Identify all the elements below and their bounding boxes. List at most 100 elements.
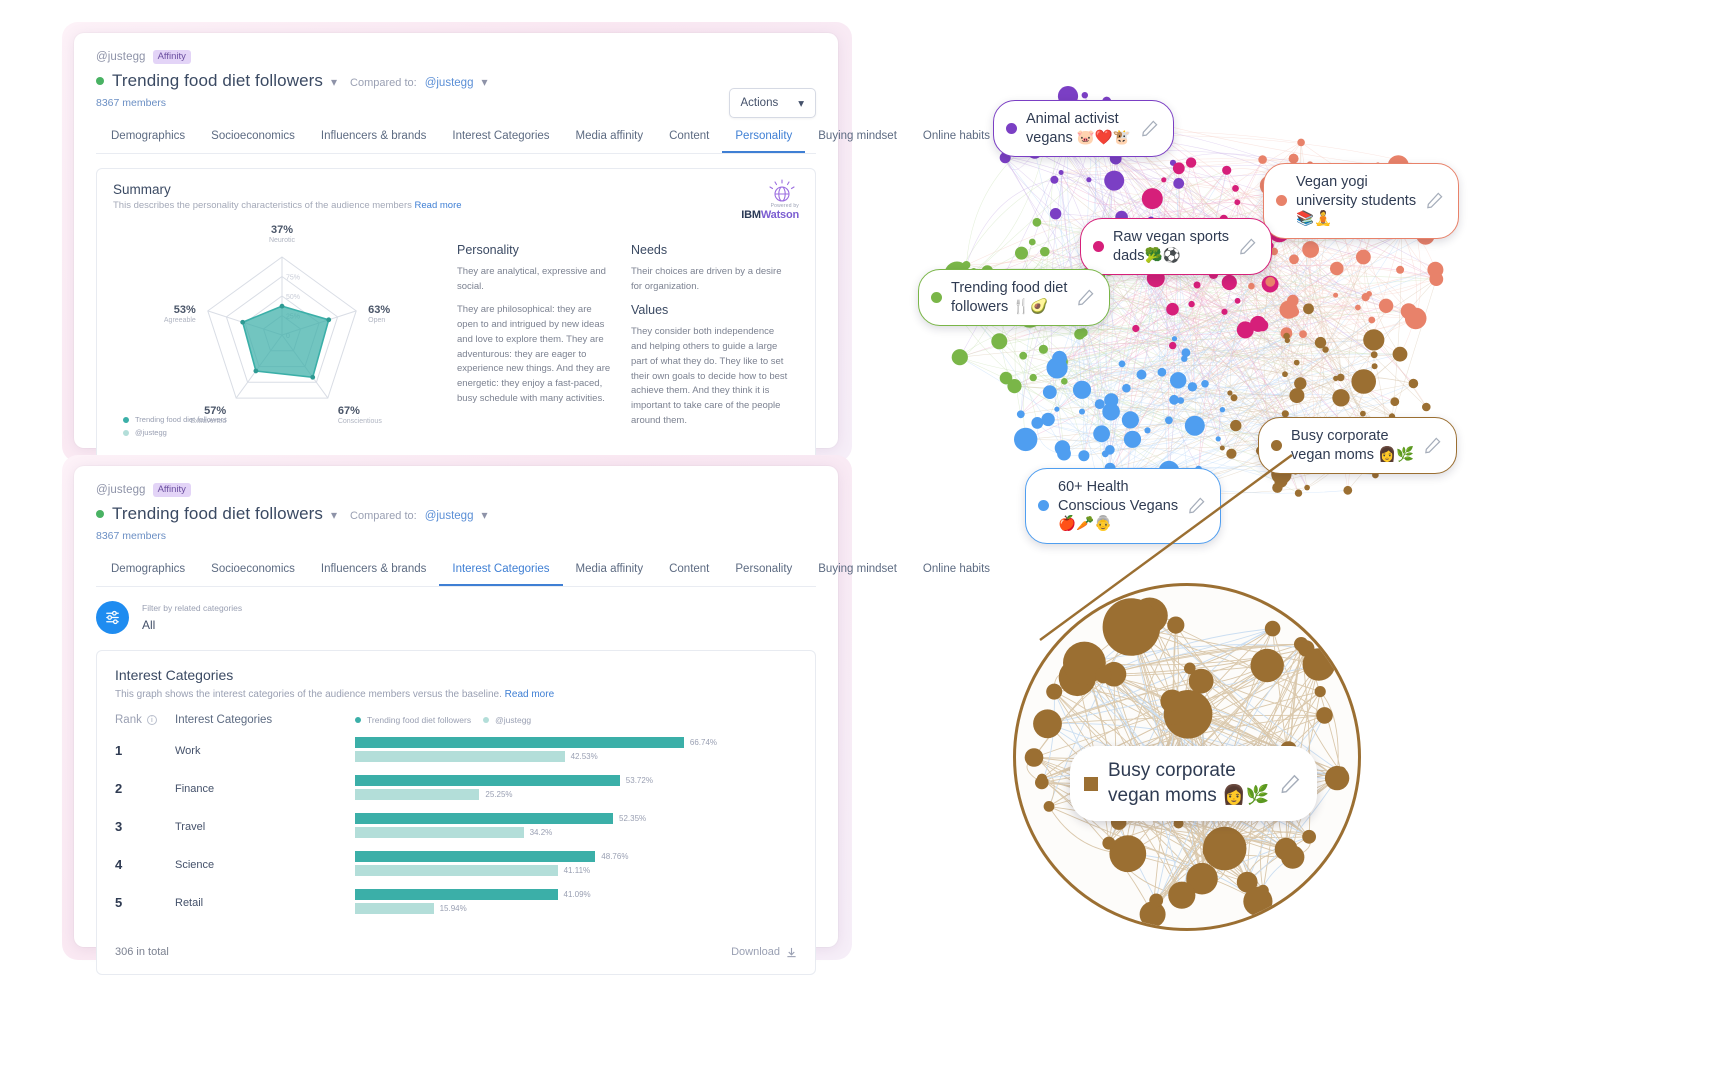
row-category: Work <box>175 744 201 757</box>
members-count-2: 8367 members <box>96 530 167 542</box>
tab-socioeconomics[interactable]: Socioeconomics <box>198 123 308 153</box>
bar-group: 42.53% <box>355 751 797 763</box>
row-category: Science <box>175 858 215 871</box>
bar-value-label: 53.72% <box>625 776 653 785</box>
tab-demographics[interactable]: Demographics <box>98 123 198 153</box>
bar-group: 66.74% <box>355 737 797 749</box>
interest-read-more-link[interactable]: Read more <box>505 689 554 700</box>
tab2-influencers-brands[interactable]: Influencers & brands <box>308 556 439 586</box>
tab-media-affinity[interactable]: Media affinity <box>563 123 657 153</box>
watson-ibm-text: IBM <box>741 209 761 221</box>
cluster-label-text: 60+ Health Conscious Vegans 🍎🥕👵 <box>1058 478 1178 534</box>
table-row[interactable]: 4 Science 48.76% 41.11% <box>97 840 815 878</box>
personality-paragraph-1: They are analytical, expressive and soci… <box>457 266 606 292</box>
bar <box>355 865 558 876</box>
panel-one-header: @justegg Affinity Trending food diet fol… <box>74 33 990 154</box>
chevron-down-icon: ▾ <box>798 98 804 110</box>
pencil-icon[interactable] <box>1140 119 1159 138</box>
bar-group: 52.35% <box>355 813 797 825</box>
cluster-label-text: Busy corporate vegan moms 👩🌿 <box>1291 427 1414 464</box>
legend-color-dot <box>123 416 129 423</box>
table-row[interactable]: 5 Retail 41.09% 15.94% <box>97 878 815 916</box>
personality-panel: @justegg Affinity Trending food diet fol… <box>74 33 990 561</box>
audience-network-graph[interactable]: Animal activist vegans 🐷❤️🐮 Vegan yogi univ… <box>880 0 1715 1080</box>
download-button[interactable]: Download <box>731 946 797 958</box>
cluster-color-dot <box>1006 123 1017 135</box>
compared-to-value-2[interactable]: @justegg <box>425 510 474 522</box>
tab2-interest-categories[interactable]: Interest Categories <box>439 556 563 586</box>
compared-chevron-down-icon[interactable]: ▾ <box>481 75 487 89</box>
tab2-content[interactable]: Content <box>656 556 722 586</box>
legend-label: @justegg <box>135 428 167 437</box>
row-bars: 66.74% 42.53% <box>355 737 797 765</box>
bar-group: 15.94% <box>355 903 797 915</box>
legend-label: @justegg <box>495 715 532 725</box>
compared-to-label: Compared to: <box>350 77 417 89</box>
chevron-down-icon[interactable]: ▾ <box>331 75 337 89</box>
values-heading: Values <box>631 303 669 318</box>
interest-categories-card: Interest Categories This graph shows the… <box>96 650 816 975</box>
tab2-personality[interactable]: Personality <box>722 556 805 586</box>
cluster-label-busy-corporate-vegan-moms[interactable]: Busy corporate vegan moms 👩🌿 <box>1258 417 1458 475</box>
tab-personality[interactable]: Personality <box>722 123 806 153</box>
personality-radar-chart: 025%50%75%37%Neurotic63%Open67%Conscient… <box>107 217 457 447</box>
row-bars: 48.76% 41.11% <box>355 851 797 879</box>
pencil-icon[interactable] <box>1279 773 1301 795</box>
bar <box>355 775 620 786</box>
tab-interest-categories[interactable]: Interest Categories <box>439 123 562 153</box>
bar-value-label: 41.09% <box>563 890 591 899</box>
cluster-label-raw-vegan-sports-dads[interactable]: Raw vegan sports dads🥦⚽ <box>1080 218 1273 276</box>
summary-read-more-link[interactable]: Read more <box>415 200 462 211</box>
category-column-header: Interest Categories <box>175 714 273 726</box>
tab2-demographics[interactable]: Demographics <box>98 556 198 586</box>
compared-chevron-down-icon-2[interactable]: ▾ <box>481 508 487 522</box>
interest-rows: 1 Work 66.74% 42.53% 2 Finance 53.72% 25.25% 3 Tr… <box>97 726 815 916</box>
pencil-icon[interactable] <box>1238 237 1257 256</box>
pencil-icon[interactable] <box>1423 436 1442 455</box>
table-row[interactable]: 3 Travel 52.35% 34.2% <box>97 802 815 840</box>
pencil-icon[interactable] <box>1187 496 1206 515</box>
interest-categories-panel: @justegg Affinity Trending food diet fol… <box>74 466 990 975</box>
pencil-icon[interactable] <box>1076 288 1095 307</box>
table-row[interactable]: 1 Work 66.74% 42.53% <box>97 726 815 764</box>
tab2-media-affinity[interactable]: Media affinity <box>563 556 657 586</box>
row-bars: 52.35% 34.2% <box>355 813 797 841</box>
cluster-label-line-2: dads🥦⚽ <box>1113 247 1181 264</box>
filter-value[interactable]: All <box>142 618 242 632</box>
pencil-icon[interactable] <box>1425 191 1444 210</box>
bar-group: 48.76% <box>355 851 797 863</box>
filter-bar: Filter by related categories All <box>74 587 838 650</box>
cluster-label-text: Animal activist vegans 🐷❤️🐮 <box>1026 110 1131 147</box>
members-count: 8367 members <box>96 97 167 109</box>
bar <box>355 851 596 862</box>
cluster-color-dot <box>1276 195 1287 207</box>
panel-two-header: @justegg Affinity Trending food diet fol… <box>74 466 990 587</box>
cluster-label-trending-food-diet-followers[interactable]: Trending food diet followers 🍴🥑 <box>918 269 1111 327</box>
info-icon[interactable]: i <box>146 715 157 725</box>
cluster-label-vegan-yogi-university-students[interactable]: Vegan yogi university students 📚🧘 <box>1263 163 1460 239</box>
bar <box>355 789 480 800</box>
cluster-color-dot <box>1084 776 1098 791</box>
chevron-down-icon-2[interactable]: ▾ <box>331 508 337 522</box>
tab2-socioeconomics[interactable]: Socioeconomics <box>198 556 308 586</box>
cluster-label-animal-activist-vegans[interactable]: Animal activist vegans 🐷❤️🐮 <box>993 100 1174 158</box>
cluster-color-dot <box>1093 241 1104 253</box>
watson-brand: IBMWatson <box>741 209 799 221</box>
filter-icon[interactable] <box>96 601 129 634</box>
svg-text:Neurotic: Neurotic <box>269 237 296 244</box>
tab-influencers-brands[interactable]: Influencers & brands <box>308 123 439 153</box>
row-category: Travel <box>175 820 206 833</box>
cluster-label-text: Raw vegan sports dads🥦⚽ <box>1113 228 1229 265</box>
cluster-label-health-conscious-vegans[interactable]: 60+ Health Conscious Vegans 🍎🥕👵 <box>1025 468 1222 544</box>
audience-color-dot-2 <box>96 510 104 518</box>
actions-button[interactable]: Actions ▾ <box>728 88 816 118</box>
svg-text:63%: 63% <box>368 304 390 316</box>
affinity-badge-2: Affinity <box>152 483 191 497</box>
table-row[interactable]: 2 Finance 53.72% 25.25% <box>97 764 815 802</box>
compared-to-value[interactable]: @justegg <box>425 77 474 89</box>
bar-group: 53.72% <box>355 775 797 787</box>
zoom-cluster-label[interactable]: Busy corporate vegan moms 👩🌿 <box>1070 746 1318 822</box>
cluster-label-line-3: 🍎🥕👵 <box>1058 516 1113 533</box>
svg-text:67%: 67% <box>338 405 360 417</box>
tab-content[interactable]: Content <box>656 123 722 153</box>
